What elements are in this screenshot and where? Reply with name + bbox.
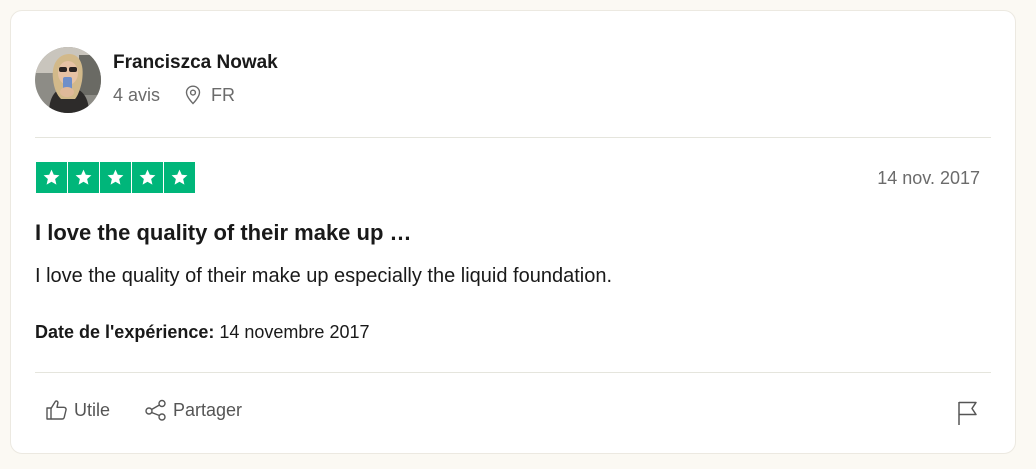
thumbs-up-icon — [46, 400, 67, 420]
consumer-meta: 4 avis FR — [113, 84, 278, 106]
share-label: Partager — [173, 399, 243, 420]
star-icon — [132, 162, 163, 193]
review-card: Franciszca Nowak 4 avis FR 14 nov. 2017 … — [10, 10, 1016, 454]
useful-button[interactable]: Utile — [45, 399, 110, 421]
experience-date: Date de l'expérience: 14 novembre 2017 — [35, 322, 369, 343]
reviews-count: 4 avis — [113, 84, 161, 105]
consumer-country: FR — [211, 84, 236, 105]
star-icon — [164, 162, 195, 193]
star-icon — [36, 162, 67, 193]
consumer-name[interactable]: Franciszca Nowak — [113, 51, 278, 75]
review-body: I love the quality of their make up espe… — [35, 265, 613, 287]
share-icon — [145, 399, 166, 421]
experience-value: 14 novembre 2017 — [219, 322, 370, 342]
avatar[interactable] — [35, 47, 101, 113]
experience-label: Date de l'expérience: — [35, 322, 215, 342]
review-title[interactable]: I love the quality of their make up … — [35, 220, 412, 246]
header-divider — [35, 137, 991, 138]
star-icon — [100, 162, 131, 193]
footer-divider — [35, 372, 991, 373]
star-icon — [68, 162, 99, 193]
review-actions: Utile Partager — [45, 399, 242, 421]
share-button[interactable]: Partager — [144, 399, 242, 421]
map-pin-icon — [184, 84, 202, 105]
review-date: 14 nov. 2017 — [877, 168, 980, 188]
consumer-info: Franciszca Nowak 4 avis FR — [113, 51, 278, 106]
useful-label: Utile — [74, 399, 111, 420]
star-rating — [36, 162, 195, 193]
flag-icon[interactable] — [957, 400, 979, 431]
consumer-header: Franciszca Nowak 4 avis FR — [35, 47, 278, 113]
